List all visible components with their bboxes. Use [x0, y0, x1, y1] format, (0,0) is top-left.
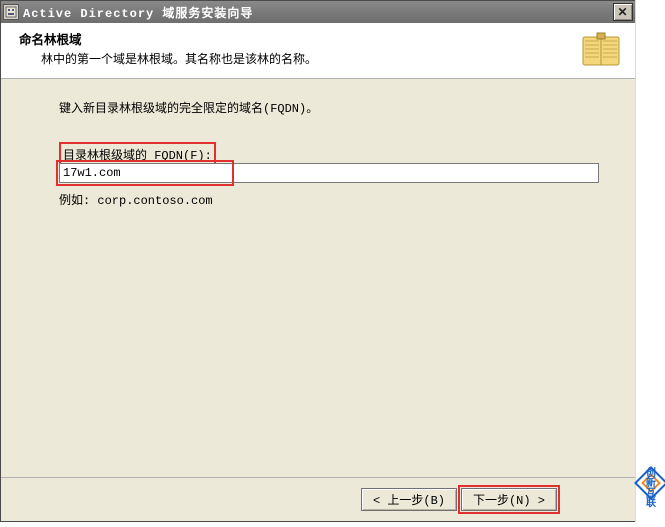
wizard-header: 命名林根域 林中的第一个域是林根域。其名称也是该林的名称。	[1, 23, 635, 79]
highlight-label: 目录林根级域的 FQDN(F):	[59, 142, 216, 165]
wizard-window: Active Directory 域服务安装向导 ✕ 命名林根域 林中的第一个域…	[0, 0, 636, 522]
fqdn-label-wrap: 目录林根级域的 FQDN(F):	[59, 142, 605, 163]
instruction-text: 键入新目录林根级域的完全限定的域名(FQDN)。	[59, 99, 605, 116]
fqdn-input-row	[59, 163, 605, 183]
next-button-wrap: 下一步(N) >	[461, 488, 557, 511]
page-description: 林中的第一个域是林根域。其名称也是该林的名称。	[41, 50, 623, 67]
watermark-logo-icon	[634, 466, 665, 500]
fqdn-input[interactable]	[59, 163, 599, 183]
book-icon	[579, 31, 623, 71]
next-button[interactable]: 下一步(N) >	[461, 488, 557, 511]
page-title: 命名林根域	[19, 29, 623, 48]
titlebar-text: Active Directory 域服务安装向导	[23, 4, 613, 21]
example-text: 例如: corp.contoso.com	[59, 191, 605, 208]
app-icon	[3, 4, 19, 20]
titlebar: Active Directory 域服务安装向导 ✕	[1, 1, 635, 23]
wizard-content: 键入新目录林根级域的完全限定的域名(FQDN)。 目录林根级域的 FQDN(F)…	[1, 79, 635, 475]
watermark-brand: 创新互联	[637, 457, 661, 517]
close-button[interactable]: ✕	[613, 3, 633, 21]
watermark-strip: 创新互联	[635, 0, 665, 527]
wizard-footer: < 上一步(B) 下一步(N) > 取消	[1, 477, 635, 521]
back-button[interactable]: < 上一步(B)	[361, 488, 457, 511]
fqdn-input-wrap	[59, 163, 599, 183]
fqdn-label: 目录林根级域的 FQDN(F):	[63, 149, 212, 163]
